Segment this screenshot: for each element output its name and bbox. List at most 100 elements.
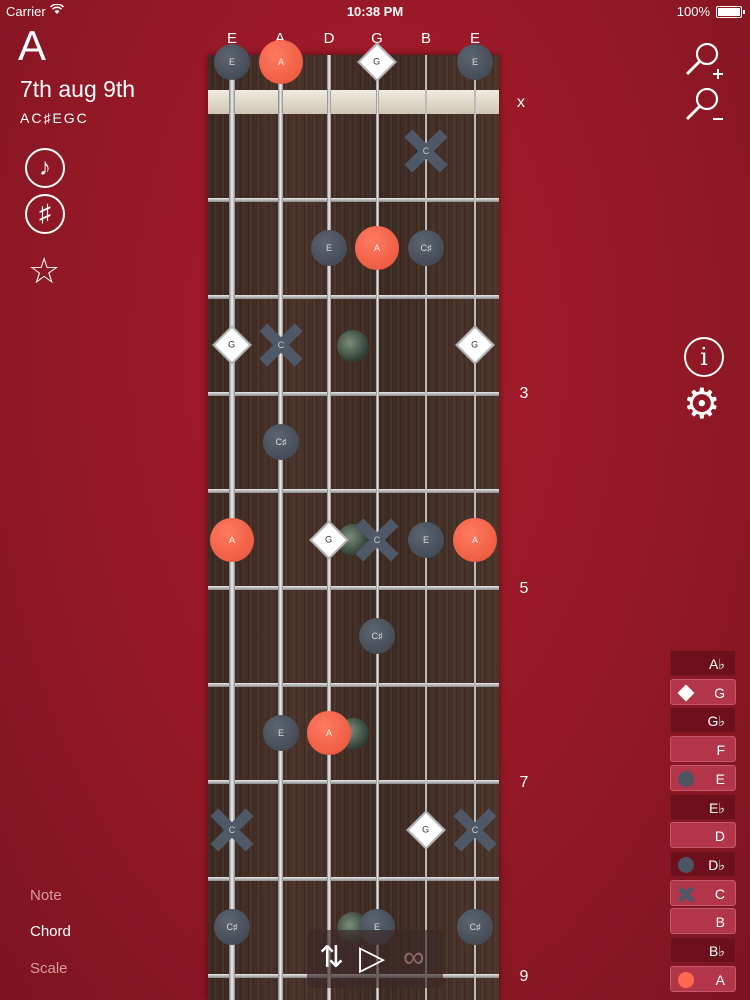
note-marker-e[interactable]: C♯ xyxy=(263,424,299,460)
note-marker-label: A xyxy=(228,535,235,545)
note-marker-label: E xyxy=(228,57,235,67)
legend-row[interactable]: C xyxy=(670,879,736,906)
legend-note-label: C xyxy=(714,885,725,902)
root-note: A xyxy=(18,22,47,69)
note-marker-label: C♯ xyxy=(420,243,432,253)
note-marker-label: C♯ xyxy=(371,631,383,641)
note-marker-c[interactable]: C xyxy=(404,129,448,173)
fret-wire xyxy=(208,586,499,590)
fret-wire xyxy=(208,392,499,396)
fret-wire xyxy=(208,198,499,202)
legend-row[interactable]: D♭ xyxy=(670,850,736,877)
mode-chord[interactable]: Chord xyxy=(30,923,71,940)
note-marker-label: C xyxy=(422,146,430,156)
music-note-icon: ♪ xyxy=(39,154,51,181)
note-marker-label: A xyxy=(325,728,332,738)
favorite-star-icon[interactable]: ☆ xyxy=(28,253,60,289)
sharp-icon: ♯ xyxy=(39,200,51,227)
fret-wire xyxy=(208,489,499,493)
note-marker-label: G xyxy=(325,534,333,545)
nut xyxy=(208,90,499,114)
legend-row[interactable]: A♭ xyxy=(670,650,736,676)
note-marker-label: E xyxy=(325,243,332,253)
note-marker-label: G xyxy=(373,56,381,67)
legend-note-label: E xyxy=(715,770,725,787)
loop-icon[interactable]: ∞ xyxy=(403,940,424,976)
note-marker-label: C xyxy=(471,825,479,835)
note-marker-a[interactable]: A xyxy=(453,518,497,562)
legend-row[interactable]: E♭ xyxy=(670,793,736,820)
note-marker-a[interactable]: A xyxy=(307,711,351,755)
note-marker-label: C xyxy=(373,535,381,545)
info-button[interactable]: i xyxy=(684,337,724,377)
legend-row[interactable]: B xyxy=(670,908,736,935)
note-marker-label: C xyxy=(228,825,236,835)
legend-note-label: G♭ xyxy=(707,713,726,730)
note-button[interactable]: ♪ xyxy=(25,148,65,188)
mode-scale[interactable]: Scale xyxy=(30,960,68,977)
flip-icon[interactable]: ⇅ xyxy=(319,940,344,976)
note-marker-label: A xyxy=(277,57,284,67)
legend-row[interactable]: G♭ xyxy=(670,707,736,734)
legend-row[interactable]: B♭ xyxy=(670,937,736,963)
note-marker-label: C♯ xyxy=(275,437,287,447)
fret-number: 5 xyxy=(519,580,529,597)
fret-wire xyxy=(208,295,499,299)
legend-note-label: B xyxy=(715,914,725,931)
note-marker-e[interactable]: E xyxy=(214,44,250,80)
legend-swatch xyxy=(678,856,694,873)
legend-note-label: F xyxy=(716,742,725,759)
note-marker-label: G xyxy=(471,339,479,350)
clock: 10:38 PM xyxy=(346,4,404,19)
note-marker-label: G xyxy=(422,824,430,835)
legend-row[interactable]: E xyxy=(670,764,736,791)
zoom-out-icon[interactable] xyxy=(683,85,725,135)
play-icon[interactable]: ▷ xyxy=(359,940,385,976)
note-marker-c[interactable]: C xyxy=(210,808,254,852)
note-marker-label: G xyxy=(228,339,236,350)
note-marker-e[interactable]: C♯ xyxy=(457,909,493,945)
mode-note[interactable]: Note xyxy=(30,887,62,904)
legend-row[interactable]: G xyxy=(670,678,736,705)
legend-note-label: G xyxy=(714,684,725,701)
fret-wire xyxy=(208,683,499,687)
legend-note-label: D xyxy=(714,828,725,845)
note-marker-e[interactable]: C♯ xyxy=(359,618,395,654)
legend-row[interactable]: A xyxy=(670,965,736,992)
note-marker-e[interactable]: E xyxy=(263,715,299,751)
note-marker-label: C♯ xyxy=(226,922,238,932)
string-a xyxy=(278,55,283,1000)
note-marker-e[interactable]: C♯ xyxy=(408,230,444,266)
settings-gear-icon[interactable]: ⚙ xyxy=(683,383,721,425)
fret-wire xyxy=(208,780,499,784)
fret-number: 9 xyxy=(519,968,529,985)
note-marker-c[interactable]: C xyxy=(355,518,399,562)
legend-row[interactable]: D xyxy=(670,822,736,849)
zoom-in-icon[interactable] xyxy=(683,40,725,90)
info-icon: i xyxy=(700,343,708,371)
note-marker-e[interactable]: E xyxy=(408,522,444,558)
sharp-button[interactable]: ♯ xyxy=(25,194,65,234)
note-marker-e[interactable]: E xyxy=(311,230,347,266)
battery-percent: 100% xyxy=(676,4,710,19)
legend-note-label: B♭ xyxy=(709,943,725,959)
legend-row[interactable]: F xyxy=(670,736,736,763)
note-marker-a[interactable]: A xyxy=(259,40,303,84)
open-string-marker: x xyxy=(517,94,525,111)
note-marker-e[interactable]: E xyxy=(457,44,493,80)
note-marker-label: E xyxy=(471,57,478,67)
legend-swatch xyxy=(678,886,694,902)
playback-toolbar: ⇅ ▷ ∞ xyxy=(307,930,443,988)
legend-note-label: A♭ xyxy=(709,656,725,672)
note-marker-label: C♯ xyxy=(469,922,481,932)
legend-swatch xyxy=(678,770,694,787)
note-marker-e[interactable]: C♯ xyxy=(214,909,250,945)
note-marker-a[interactable]: A xyxy=(355,226,399,270)
fret-wire xyxy=(208,877,499,881)
note-marker-a[interactable]: A xyxy=(210,518,254,562)
note-marker-c[interactable]: C xyxy=(259,323,303,367)
note-marker-label: E xyxy=(422,535,429,545)
note-marker-c[interactable]: C xyxy=(453,808,497,852)
string-label: D xyxy=(323,30,335,47)
chord-notes: AC♯EGC xyxy=(20,110,89,126)
